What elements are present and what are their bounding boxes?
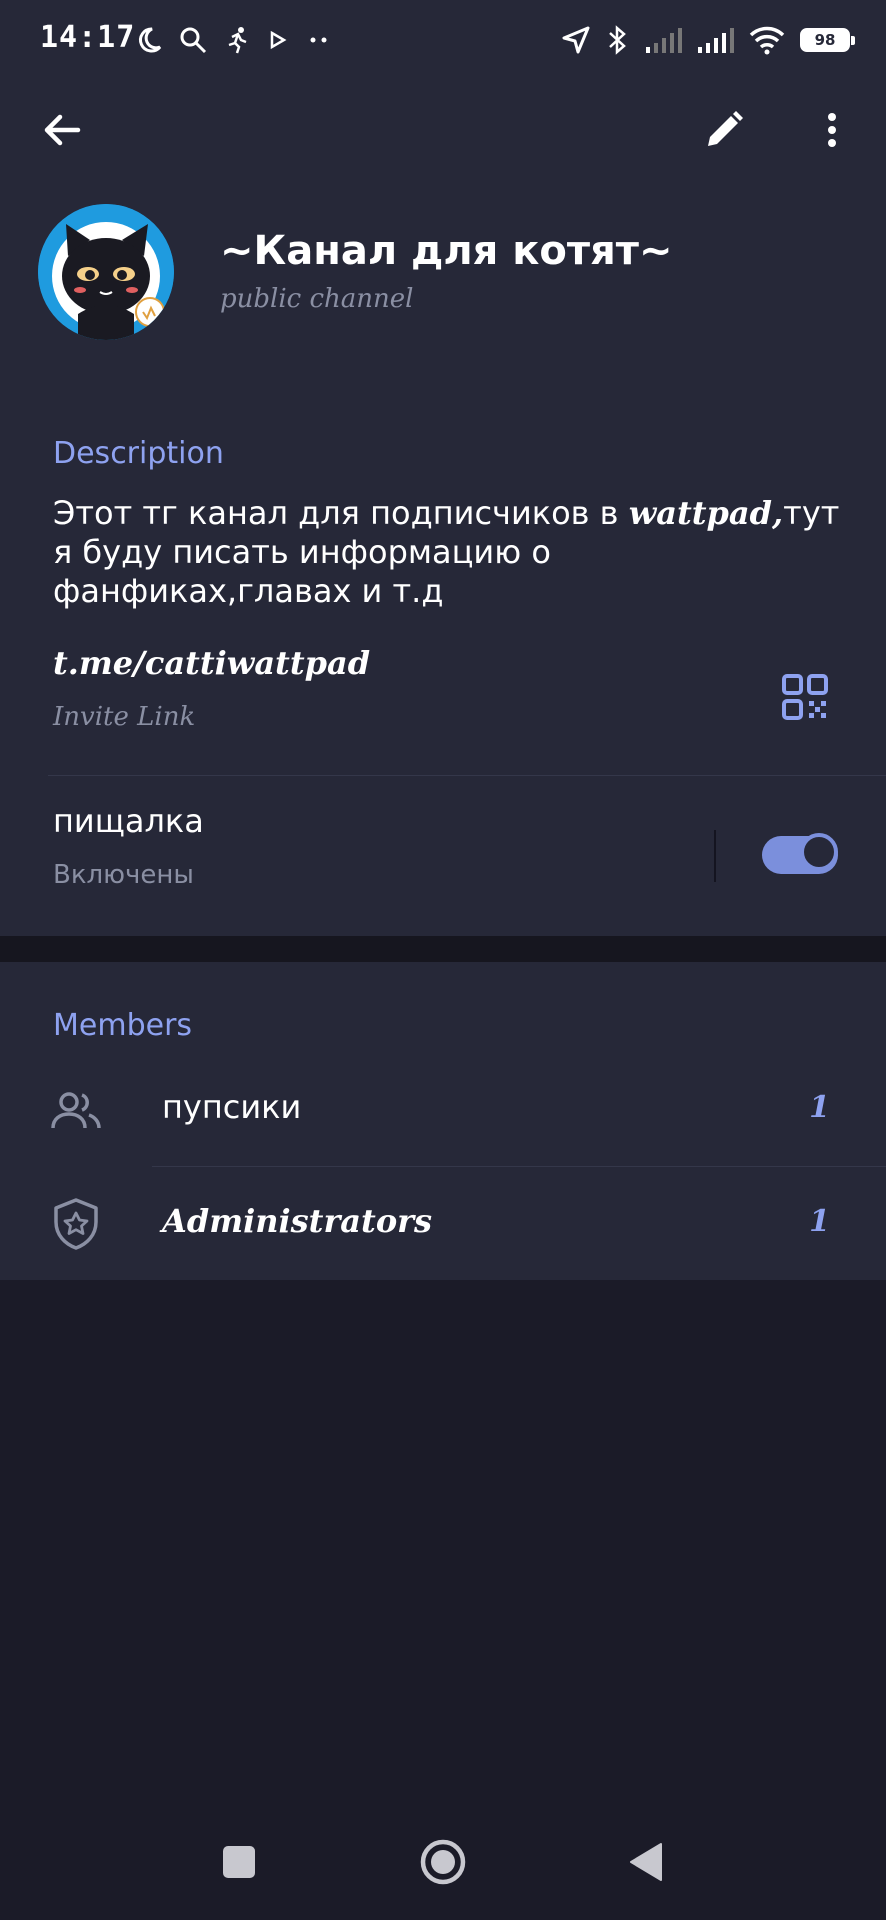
members-row-count: 1 bbox=[809, 1090, 830, 1125]
members-label: Members bbox=[53, 1008, 193, 1043]
play-icon bbox=[270, 30, 287, 50]
status-time: 14:17 bbox=[40, 20, 136, 55]
channel-type: public channel bbox=[220, 284, 414, 314]
vertical-separator bbox=[714, 830, 716, 882]
members-row-label: пупсики bbox=[162, 1088, 302, 1126]
square-icon bbox=[223, 1846, 255, 1878]
recent-apps-button[interactable] bbox=[209, 1832, 269, 1892]
signal-icon bbox=[646, 28, 682, 53]
toggle-knob bbox=[800, 833, 838, 871]
home-circle-icon bbox=[420, 1839, 466, 1885]
divider bbox=[48, 775, 886, 776]
running-icon bbox=[228, 27, 247, 54]
notifications-title[interactable]: пищалка bbox=[53, 802, 204, 840]
description-part1: Этот тг канал для подписчиков в bbox=[53, 494, 629, 532]
invite-link-label: Invite Link bbox=[53, 702, 196, 732]
invite-link[interactable]: t.me/cattiwattpad bbox=[53, 644, 370, 682]
moon-icon bbox=[139, 27, 162, 53]
more-dots-icon bbox=[310, 37, 327, 43]
members-icon bbox=[51, 1092, 101, 1129]
description-bold: wattpad, bbox=[628, 494, 784, 532]
signal-icon bbox=[698, 28, 734, 53]
channel-avatar[interactable] bbox=[38, 204, 174, 340]
back-button[interactable] bbox=[617, 1832, 677, 1892]
notifications-status: Включены bbox=[53, 860, 194, 890]
system-nav-bar bbox=[0, 1800, 886, 1920]
battery-indicator: 98 bbox=[800, 28, 855, 52]
description-label: Description bbox=[53, 436, 224, 471]
administrators-row-label: Administrators bbox=[162, 1202, 433, 1240]
shield-star-icon bbox=[54, 1198, 98, 1250]
administrators-row-count: 1 bbox=[809, 1204, 830, 1239]
members-card: Members пупсики 1 Administrators 1 bbox=[0, 962, 886, 1280]
info-card: Description Этот тг канал для подписчико… bbox=[0, 390, 886, 936]
back-triangle-icon bbox=[630, 1843, 662, 1881]
description-text: Этот тг канал для подписчиков в wattpad,… bbox=[53, 494, 843, 611]
search-icon bbox=[180, 27, 207, 54]
divider bbox=[152, 1166, 886, 1167]
bluetooth-icon bbox=[609, 25, 626, 55]
location-icon bbox=[562, 26, 590, 54]
channel-header: ~Канал для котят~ public channel bbox=[0, 80, 886, 390]
qr-code-icon[interactable] bbox=[780, 672, 830, 722]
back-arrow-icon[interactable] bbox=[38, 106, 86, 154]
cat-avatar-icon bbox=[38, 204, 174, 340]
more-vertical-icon[interactable] bbox=[808, 106, 856, 154]
home-button[interactable] bbox=[413, 1832, 473, 1892]
edit-pencil-icon[interactable] bbox=[700, 106, 748, 154]
wifi-icon bbox=[749, 26, 785, 55]
channel-title: ~Канал для котят~ bbox=[220, 228, 673, 274]
status-bar: 14:17 98 bbox=[0, 0, 886, 80]
section-gap bbox=[0, 936, 886, 962]
notifications-toggle[interactable] bbox=[762, 833, 838, 874]
